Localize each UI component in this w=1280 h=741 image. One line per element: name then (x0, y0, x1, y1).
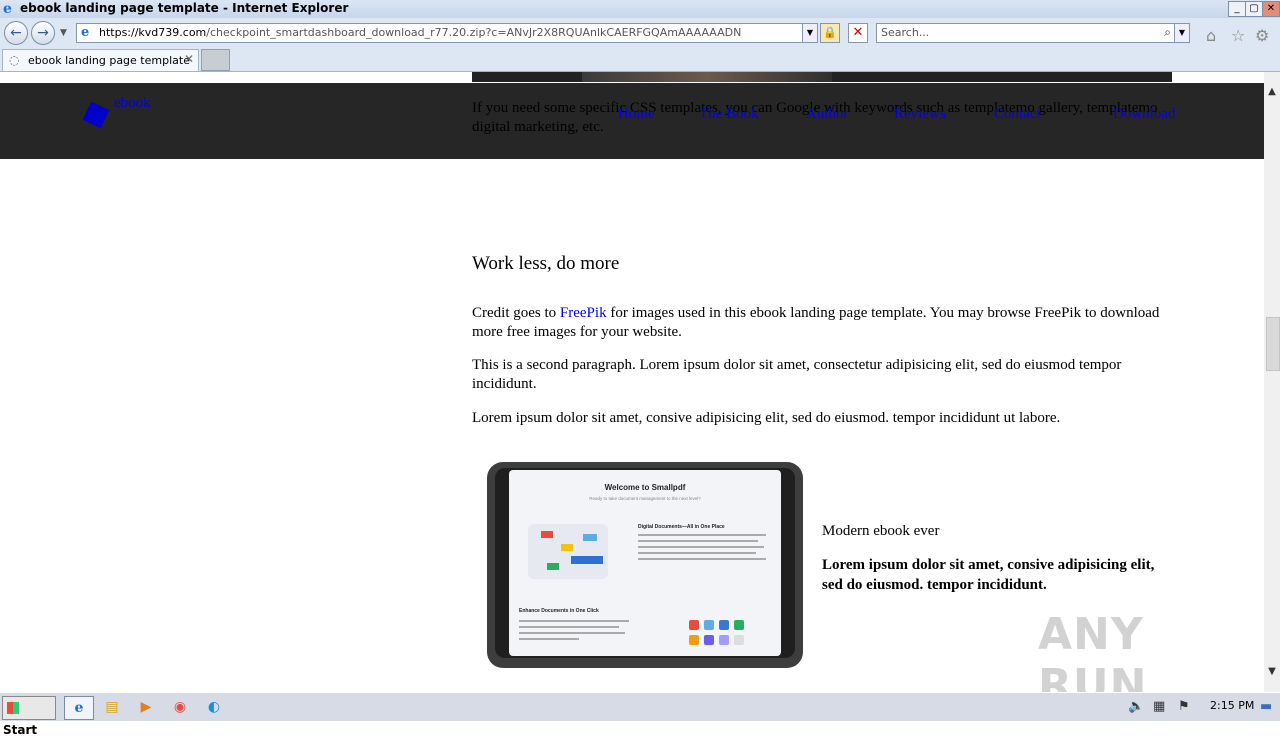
tablet-section1-title: Digital Documents—All in One Place (638, 524, 725, 530)
tablet-screen-title: Welcome to Smallpdf (605, 483, 686, 492)
settings-gear-icon[interactable]: ⚙ (1255, 26, 1269, 45)
address-bar[interactable]: e https://kvd739.com/checkpoint_smartdas… (76, 23, 818, 43)
back-arrow-icon: ← (10, 25, 22, 41)
page-viewport: If you need some specific CSS templates,… (0, 72, 1264, 692)
windows-flag-icon (7, 702, 19, 714)
freepik-link[interactable]: FreePik (560, 305, 607, 321)
nav-home[interactable]: Home (618, 106, 655, 123)
credit-paragraph: Credit goes to FreePik for images used i… (472, 304, 1172, 342)
scroll-up-icon[interactable]: ▲ (1264, 84, 1280, 100)
browser-navbar: ← → ▼ e https://kvd739.com/checkpoint_sm… (0, 18, 1280, 48)
forward-button[interactable]: → (31, 21, 55, 45)
page-favicon-icon: e (81, 25, 90, 40)
home-icon[interactable]: ⌂ (1206, 26, 1216, 45)
ie-logo-icon: e (3, 1, 12, 17)
credit-pre: Credit goes to (472, 305, 560, 321)
back-button[interactable]: ← (4, 21, 28, 45)
taskbar-chrome-icon[interactable]: ◉ (166, 696, 194, 718)
stop-icon[interactable]: ✕ (848, 23, 868, 43)
hero-image-strip (472, 72, 1172, 82)
taskbar-ie-icon[interactable]: e (64, 696, 94, 720)
search-box[interactable]: Search... ⌕ ▼ (876, 23, 1190, 43)
new-tab-button[interactable] (201, 49, 230, 71)
taskbar-explorer-icon[interactable]: ▤ (98, 696, 126, 718)
nav-contact[interactable]: Contact (994, 106, 1041, 123)
forward-arrow-icon: → (37, 25, 49, 41)
maximize-button[interactable]: ▢ (1245, 1, 1263, 17)
pdf-badge-icon (541, 531, 553, 538)
anyrun-watermark: ANY RUN (1038, 609, 1148, 692)
png-badge-icon (583, 534, 597, 541)
tablet-screen-subtitle: Ready to take document management to the… (589, 496, 701, 501)
show-desktop-icon[interactable]: ▬ (1260, 699, 1272, 714)
loading-spinner-icon: ◌ (9, 53, 20, 67)
start-button[interactable]: Start (2, 696, 56, 737)
taskbar-media-player-icon[interactable]: ▶ (132, 696, 160, 718)
lock-icon[interactable]: 🔒 (820, 23, 840, 43)
network-icon[interactable]: ▦ (1153, 699, 1165, 714)
scroll-thumb[interactable] (1266, 317, 1280, 371)
action-center-flag-icon[interactable]: ⚑ (1178, 699, 1190, 714)
tab-title: ebook landing page template (28, 54, 190, 67)
section-heading: Work less, do more (472, 253, 620, 274)
url-path: /checkpoint_smartdashboard_download_r77.… (206, 26, 742, 39)
jpg-badge-icon (561, 544, 573, 551)
address-dropdown-icon[interactable]: ▼ (802, 24, 817, 42)
search-icon[interactable]: ⌕ (1164, 25, 1171, 40)
taskbar: Start e ▤ ▶ ◉ ◐ 🔈 ▦ ⚑ 2:15 PM ▬ (0, 692, 1280, 737)
address-text[interactable]: https://kvd739.com/checkpoint_smartdashb… (99, 26, 741, 39)
upload-button-icon (571, 556, 603, 564)
close-window-button[interactable]: ✕ (1262, 1, 1280, 17)
vertical-scrollbar[interactable]: ▲ ▼ (1264, 72, 1280, 692)
tab-close-icon[interactable]: ✕ (184, 52, 194, 66)
search-dropdown-icon[interactable]: ▼ (1174, 24, 1189, 42)
xls-badge-icon (547, 563, 559, 570)
side-title: Modern ebook ever (822, 523, 940, 539)
second-paragraph: This is a second paragraph. Lorem ipsum … (472, 357, 1122, 392)
nav-reviews[interactable]: Reviews (894, 106, 946, 123)
nav-download[interactable]: Download (1113, 106, 1176, 123)
nav-the-book[interactable]: The Book (699, 106, 759, 123)
tab-bar: ◌ ebook landing page template ✕ (0, 48, 1280, 72)
search-input[interactable]: Search... (881, 26, 929, 39)
tablet-section2-title: Enhance Documents in One Click (519, 608, 599, 614)
scroll-down-icon[interactable]: ▼ (1264, 664, 1280, 680)
history-dropdown-icon[interactable]: ▼ (60, 28, 67, 38)
taskbar-edge-icon[interactable]: ◐ (200, 696, 228, 718)
url-host: https://kvd739.com (99, 26, 207, 39)
nav-author[interactable]: Author (806, 106, 849, 123)
third-paragraph: Lorem ipsum dolor sit amet, consive adip… (472, 410, 1061, 426)
favorites-star-icon[interactable]: ☆ (1231, 26, 1245, 45)
side-bold-text: Lorem ipsum dolor sit amet, consive adip… (822, 557, 1155, 593)
window-titlebar: e ebook landing page template - Internet… (0, 0, 1280, 18)
start-label: Start (3, 723, 38, 737)
clock[interactable]: 2:15 PM (1210, 699, 1254, 712)
volume-icon[interactable]: 🔈 (1128, 699, 1144, 714)
brand-link[interactable]: ebook (114, 95, 151, 112)
tablet-image: Welcome to Smallpdf Ready to take docume… (487, 462, 803, 668)
window-title: ebook landing page template - Internet E… (20, 1, 349, 15)
minimize-button[interactable]: _ (1228, 1, 1246, 17)
tab-ebook[interactable]: ◌ ebook landing page template ✕ (2, 49, 199, 71)
